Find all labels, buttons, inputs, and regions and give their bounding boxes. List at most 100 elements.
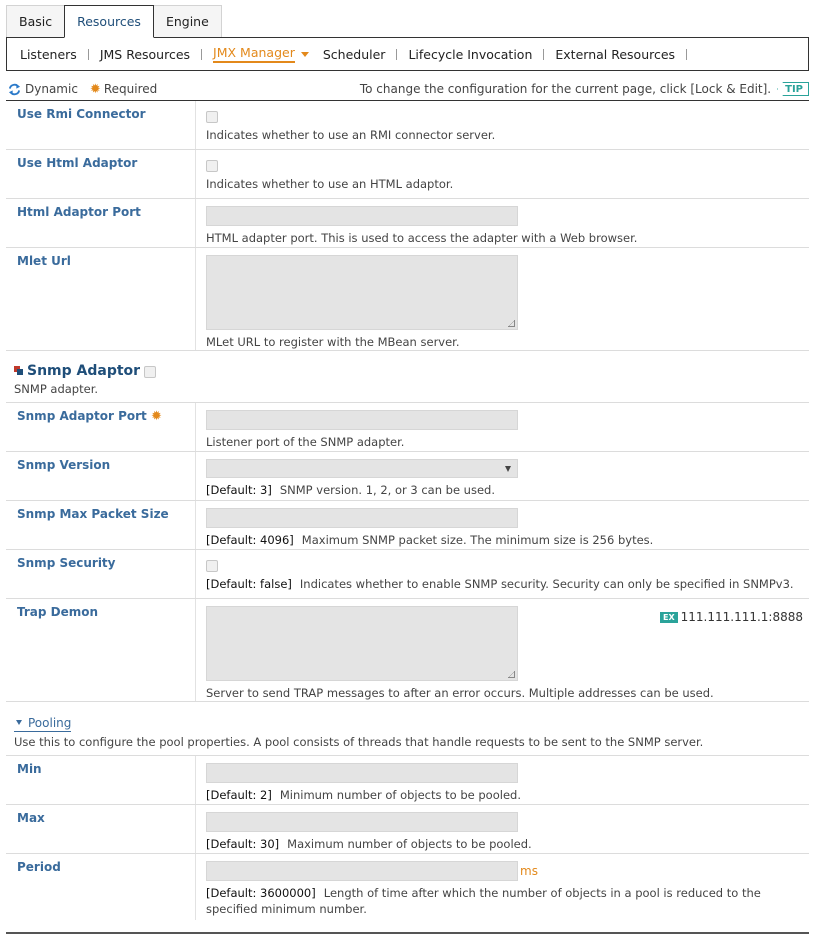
section-icon: [14, 366, 24, 376]
snmp-adaptor-checkbox[interactable]: [144, 366, 157, 378]
field-label: Mlet Url: [6, 248, 196, 350]
field-description: [Default: 3600000] Length of time after w…: [206, 885, 809, 917]
field-description: HTML adapter port. This is used to acces…: [206, 231, 638, 245]
divider: [396, 48, 398, 60]
bottom-divider: [6, 932, 809, 934]
field-description: Indicates whether to use an HTML adaptor…: [206, 177, 454, 191]
field-label: Html Adaptor Port: [6, 199, 196, 247]
pooling-section-header: Pooling: [6, 702, 809, 732]
subnav-label: JMX Manager: [213, 45, 295, 63]
subnav-external-resources[interactable]: External Resources: [548, 47, 682, 62]
field-description: Listener port of the SNMP adapter.: [206, 435, 405, 449]
description-text: Maximum number of objects to be pooled.: [287, 836, 532, 851]
use-html-adaptor-checkbox[interactable]: [206, 160, 218, 172]
tip-button[interactable]: TIP: [777, 82, 809, 96]
caret-down-icon: [300, 51, 309, 57]
dynamic-legend: Dynamic: [8, 82, 78, 96]
default-value: [Default: 4096]: [206, 533, 294, 547]
field-description: [Default: 2] Minimum number of objects to…: [206, 787, 809, 803]
field-row-snmp-adaptor-port: Snmp Adaptor Port ✹ Listener port of the…: [6, 403, 809, 452]
sync-icon: [8, 83, 21, 95]
field-label: Snmp Security: [6, 550, 196, 598]
subnav-label: JMS Resources: [99, 46, 191, 62]
mlet-url-textarea[interactable]: [206, 255, 518, 330]
subnav-label: Listeners: [20, 46, 77, 62]
period-input[interactable]: [206, 860, 518, 881]
default-value: [Default: 3600000]: [206, 885, 316, 900]
snmp-section-description: SNMP adapter.: [6, 379, 809, 403]
field-row-use-html-adaptor: Use Html Adaptor Indicates whether to us…: [6, 150, 809, 199]
field-row-snmp-version: Snmp Version [Default: 3] SNMP version. 1…: [6, 452, 809, 501]
snmp-adaptor-title: Snmp Adaptor: [27, 363, 141, 379]
divider: [201, 48, 203, 60]
field-row-trap-demon: Trap Demon Server to send TRAP messages …: [6, 599, 809, 702]
max-input[interactable]: [206, 811, 518, 832]
field-description: Server to send TRAP messages to after an…: [206, 686, 714, 700]
field-label: Use Rmi Connector: [6, 101, 196, 149]
config-form: Use Rmi Connector Indicates whether to u…: [6, 100, 809, 920]
field-description: [Default: 4096] Maximum SNMP packet size.…: [206, 532, 809, 548]
description-text: Maximum SNMP packet size. The minimum si…: [301, 533, 654, 547]
example-badge: EX: [659, 611, 678, 623]
field-row-use-rmi-connector: Use Rmi Connector Indicates whether to u…: [6, 101, 809, 150]
subnav-listeners[interactable]: Listeners: [13, 47, 84, 62]
required-gear-icon: ✹: [150, 409, 162, 424]
lock-edit-hint: To change the configuration for the curr…: [359, 82, 772, 96]
field-row-min: Min [Default: 2] Minimum number of object…: [6, 755, 809, 805]
example-value: 111.111.111.1:8888: [680, 610, 803, 624]
field-description: [Default: 3] SNMP version. 1, 2, or 3 can…: [206, 482, 809, 498]
description-text: Minimum number of objects to be pooled.: [279, 787, 521, 802]
field-description: Indicates whether to use an RMI connecto…: [206, 128, 496, 142]
field-label: Use Html Adaptor: [6, 150, 196, 198]
tab-engine[interactable]: Engine: [152, 5, 222, 38]
pooling-section-description: Use this to configure the pool propertie…: [6, 732, 809, 756]
divider: [543, 48, 545, 60]
subnav-scheduler[interactable]: Scheduler: [316, 47, 393, 62]
html-adaptor-port-input[interactable]: [206, 206, 518, 226]
snmp-security-checkbox[interactable]: [206, 560, 218, 572]
field-label: Min: [6, 755, 196, 804]
snmp-max-packet-size-input[interactable]: [206, 508, 518, 528]
snmp-section-header: Snmp Adaptor: [6, 351, 809, 379]
trap-demon-textarea[interactable]: [206, 606, 518, 681]
field-row-mlet-url: Mlet Url MLet URL to register with the M…: [6, 248, 809, 351]
subnav-lifecycle-invocation[interactable]: Lifecycle Invocation: [401, 47, 539, 62]
subnav-label: Scheduler: [322, 46, 386, 62]
field-description: [Default: 30] Maximum number of objects t…: [206, 836, 809, 852]
required-legend: ✹ Required: [90, 82, 157, 97]
field-label: Snmp Max Packet Size: [6, 501, 196, 549]
field-row-snmp-max-packet-size: Snmp Max Packet Size [Default: 4096] Maxi…: [6, 501, 809, 550]
field-row-snmp-security: Snmp Security [Default: false] Indicates …: [6, 550, 809, 599]
use-rmi-connector-checkbox[interactable]: [206, 111, 218, 123]
tab-resources[interactable]: Resources: [64, 5, 154, 38]
default-value: [Default: false]: [206, 577, 292, 591]
pooling-title: Pooling: [28, 715, 72, 730]
tab-basic[interactable]: Basic: [6, 5, 66, 38]
field-description: [Default: false] Indicates whether to ena…: [206, 576, 809, 592]
example-note: EX 111.111.111.1:8888: [659, 610, 803, 624]
dropdown-arrow-icon: [505, 466, 511, 472]
required-label: Required: [103, 82, 158, 96]
subnav-jmx-manager[interactable]: JMX Manager: [206, 45, 316, 63]
snmp-version-select[interactable]: [206, 459, 518, 478]
required-gear-icon: ✹: [89, 81, 101, 97]
field-label: Snmp Adaptor Port ✹: [6, 403, 196, 451]
default-value: [Default: 2]: [206, 787, 272, 802]
field-row-period: Period ms [Default: 3600000] Length of ti…: [6, 853, 809, 920]
description-text: SNMP version. 1, 2, or 3 can be used.: [279, 483, 495, 497]
subnav-jms-resources[interactable]: JMS Resources: [93, 47, 197, 62]
dynamic-label: Dynamic: [25, 82, 78, 96]
description-text: Indicates whether to enable SNMP securit…: [299, 577, 794, 591]
field-label: Snmp Version: [6, 452, 196, 500]
pooling-toggle[interactable]: Pooling: [14, 715, 72, 732]
min-input[interactable]: [206, 762, 518, 783]
field-row-html-adaptor-port: Html Adaptor Port HTML adapter port. Thi…: [6, 199, 809, 248]
default-value: [Default: 3]: [206, 483, 272, 497]
unit-label: ms: [520, 863, 538, 878]
field-label: Max: [6, 804, 196, 853]
divider: [87, 48, 89, 60]
default-value: [Default: 30]: [206, 836, 280, 851]
snmp-adaptor-port-input[interactable]: [206, 410, 518, 430]
subnav-label: External Resources: [555, 46, 676, 62]
collapse-caret-icon: [16, 720, 22, 725]
